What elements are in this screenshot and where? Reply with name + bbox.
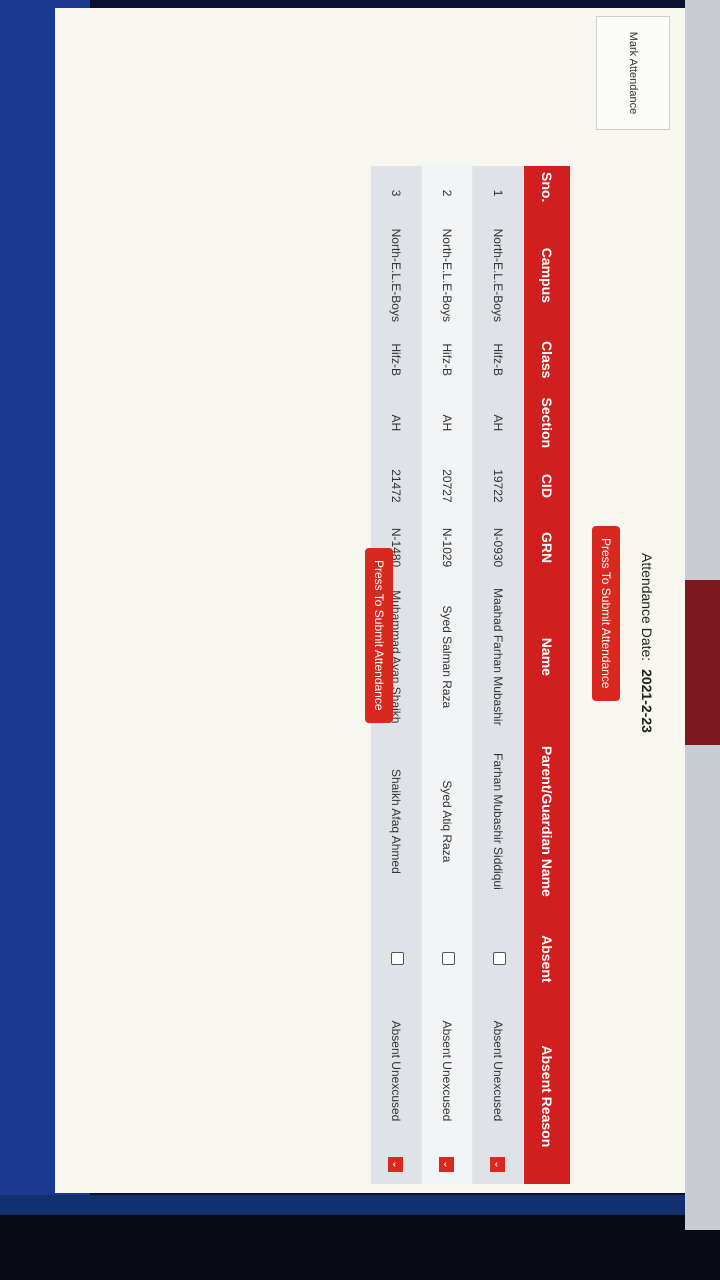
col-cid: CID [523, 456, 570, 516]
col-campus: Campus [523, 220, 570, 331]
cell-section: AH [472, 388, 524, 457]
cell-cid: 19722 [472, 456, 524, 516]
active-tab-strip [685, 580, 720, 745]
col-class: Class [523, 330, 570, 389]
cell-class: Hifz-B [421, 330, 473, 389]
cell-absent-reason: Absent Unexcused ⌄ [472, 1008, 524, 1184]
cell-sno: 1 [472, 166, 524, 221]
absent-reason-select[interactable]: Absent Unexcused ⌄ [388, 1015, 404, 1178]
chevron-down-icon[interactable]: ⌄ [439, 1157, 455, 1172]
cell-absent-reason: Absent Unexcused ⌄ [421, 1008, 473, 1184]
cell-name: Syed Salman Raza [421, 580, 473, 734]
page-content: Mark Attendance Attendance Date: 2021-2-… [55, 8, 685, 1193]
col-parent: Parent/Guardian Name [523, 733, 570, 910]
absent-checkbox[interactable] [391, 952, 404, 966]
cell-campus: North-E.L.E-Boys [421, 220, 473, 331]
table-header-row: Sno. Campus Class Section CID GRN Name P… [523, 166, 570, 1184]
cell-absent [472, 909, 524, 1009]
monitor-bezel [0, 1215, 720, 1280]
cell-cid: 21472 [371, 456, 422, 516]
date-value: 2021-2-23 [639, 669, 655, 733]
cell-section: AH [371, 388, 422, 457]
submit-attendance-button-bottom[interactable]: Press To Submit Attendance [365, 548, 393, 723]
absent-reason-select[interactable]: Absent Unexcused ⌄ [490, 1015, 506, 1178]
absent-checkbox[interactable] [493, 952, 506, 966]
cell-grn: N-0930 [472, 515, 524, 581]
cell-parent: Shaikh Afaq Ahmed [371, 733, 422, 910]
cell-absent-reason: Absent Unexcused ⌄ [371, 1008, 422, 1184]
cell-cid: 20727 [421, 456, 473, 516]
cell-sno: 3 [371, 166, 422, 221]
col-name: Name [523, 580, 570, 734]
cell-absent [421, 909, 473, 1009]
col-absent-reason: Absent Reason [523, 1008, 570, 1184]
chevron-down-icon[interactable]: ⌄ [388, 1157, 404, 1172]
cell-name: Maahad Farhan Mubashir [472, 580, 524, 734]
table-row: 1 North-E.L.E-Boys Hifz-B AH 19722 N-093… [472, 166, 524, 1184]
cell-section: AH [421, 388, 473, 457]
absent-checkbox[interactable] [442, 952, 455, 966]
cell-campus: North-E.L.E-Boys [371, 220, 422, 331]
absent-reason-value: Absent Unexcused [491, 1020, 505, 1122]
cell-campus: North-E.L.E-Boys [472, 220, 524, 331]
cell-parent: Farhan Mubashir Siddiqui [472, 733, 524, 910]
cell-sno: 2 [421, 166, 473, 221]
cell-grn: N-1029 [421, 515, 473, 581]
absent-reason-value: Absent Unexcused [389, 1020, 403, 1122]
mark-attendance-button[interactable]: Mark Attendance [596, 16, 670, 130]
chevron-down-icon[interactable]: ⌄ [490, 1157, 506, 1172]
cell-class: Hifz-B [371, 330, 422, 389]
attendance-page: Mark Attendance Attendance Date: 2021-2-… [55, 8, 685, 1193]
cell-parent: Syed Atiq Raza [421, 733, 473, 910]
cell-class: Hifz-B [472, 330, 524, 389]
cell-absent [371, 909, 422, 1009]
col-section: Section [523, 388, 570, 457]
absent-reason-select[interactable]: Absent Unexcused ⌄ [439, 1015, 455, 1178]
absent-reason-value: Absent Unexcused [440, 1020, 454, 1122]
submit-attendance-button-top[interactable]: Press To Submit Attendance [592, 526, 620, 701]
col-absent: Absent [523, 909, 570, 1009]
attendance-table: Sno. Campus Class Section CID GRN Name P… [371, 166, 570, 1184]
date-label: Attendance Date: [639, 553, 655, 662]
browser-edge [685, 0, 720, 1230]
col-sno: Sno. [523, 166, 570, 221]
col-grn: GRN [523, 515, 570, 581]
attendance-date: Attendance Date: 2021-2-23 [639, 553, 655, 733]
table-row: 2 North-E.L.E-Boys Hifz-B AH 20727 N-102… [421, 166, 473, 1184]
